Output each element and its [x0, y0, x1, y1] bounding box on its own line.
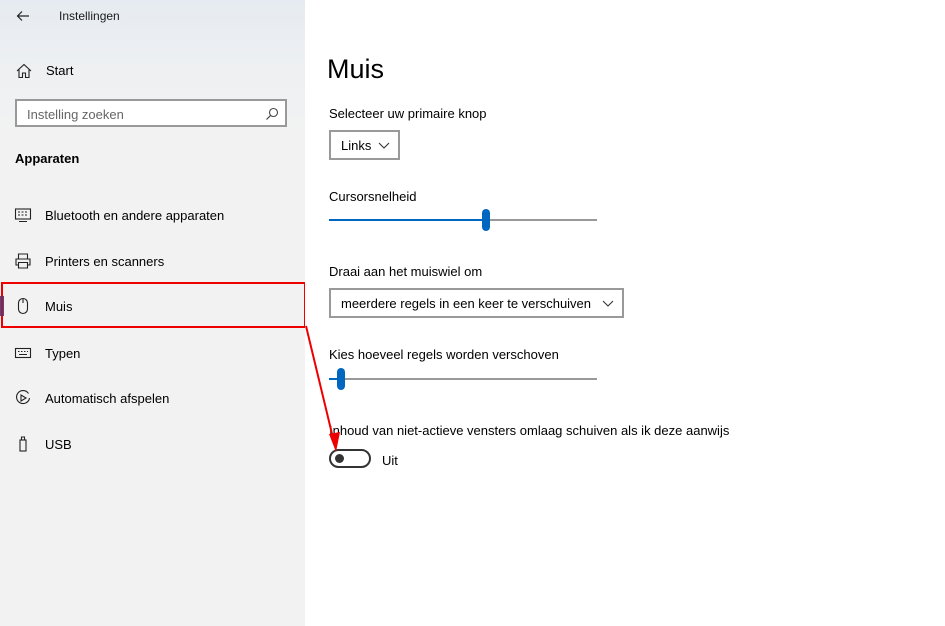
cursor-speed-slider[interactable]	[329, 208, 597, 232]
sidebar-item-label: USB	[45, 437, 72, 452]
sidebar-item-label: Typen	[45, 346, 81, 361]
chevron-down-icon	[378, 142, 390, 149]
autoplay-icon	[16, 390, 31, 405]
search-input[interactable]	[25, 104, 259, 124]
sidebar-item-label: Automatisch afspelen	[45, 391, 170, 406]
wheel-scroll-label: Draai aan het muiswiel om	[329, 264, 483, 279]
sidebar-item-label: Printers en scanners	[45, 254, 165, 269]
main-panel: Muis Selecteer uw primaire knop Links Cu…	[305, 0, 945, 626]
printer-icon	[15, 253, 31, 269]
inactive-scroll-toggle[interactable]	[329, 449, 371, 468]
primary-button-label: Selecteer uw primaire knop	[329, 106, 487, 121]
sidebar-item-start[interactable]: Start	[0, 55, 305, 85]
search-box[interactable]	[15, 99, 287, 127]
toggle-knob	[335, 454, 344, 463]
page-title: Muis	[327, 54, 385, 84]
sidebar-item-label: Muis	[45, 299, 73, 314]
search-icon[interactable]	[265, 107, 279, 121]
sidebar-item-muis[interactable]: Muis	[0, 286, 305, 326]
sidebar-item-typen[interactable]: Typen	[0, 333, 305, 373]
back-arrow-icon	[16, 11, 29, 21]
sidebar-item-printers[interactable]: Printers en scanners	[0, 241, 305, 281]
mouse-icon	[17, 297, 29, 315]
sidebar-item-autoplay[interactable]: Automatisch afspelen	[0, 378, 305, 418]
home-icon	[16, 63, 32, 79]
sidebar-item-label: Bluetooth en andere apparaten	[45, 208, 225, 223]
toggle-state-label: Uit	[382, 453, 398, 468]
title-bar: Instellingen	[0, 0, 305, 32]
wheel-scroll-dropdown[interactable]: meerdere regels in een keer te verschuiv…	[329, 288, 624, 318]
primary-button-dropdown[interactable]: Links	[329, 130, 400, 160]
sidebar-item-label: Start	[46, 63, 74, 78]
cursor-speed-label: Cursorsnelheid	[329, 189, 417, 204]
sidebar-item-usb[interactable]: USB	[0, 424, 305, 464]
keyboard-icon	[14, 347, 32, 359]
sidebar-item-bluetooth[interactable]: Bluetooth en andere apparaten	[0, 195, 305, 235]
chevron-down-icon	[602, 300, 614, 307]
slider-thumb[interactable]	[481, 209, 490, 231]
lines-to-scroll-slider[interactable]	[329, 367, 597, 391]
slider-fill	[329, 219, 482, 221]
bluetooth-devices-icon	[14, 208, 32, 223]
slider-fill	[329, 378, 338, 380]
slider-thumb[interactable]	[337, 368, 346, 390]
section-title: Apparaten	[15, 151, 80, 166]
inactive-scroll-label: Inhoud van niet-actieve vensters omlaag …	[329, 423, 730, 438]
back-button[interactable]	[10, 3, 36, 29]
slider-track	[329, 378, 597, 380]
app-title: Instellingen	[59, 9, 120, 23]
dropdown-value: Links	[341, 138, 372, 153]
selected-indicator	[0, 296, 4, 316]
usb-icon	[19, 436, 27, 452]
sidebar: Instellingen Start Apparaten Bluetooth e…	[0, 0, 306, 626]
lines-to-scroll-label: Kies hoeveel regels worden verschoven	[329, 347, 559, 362]
dropdown-value: meerdere regels in een keer te verschuiv…	[341, 296, 592, 311]
